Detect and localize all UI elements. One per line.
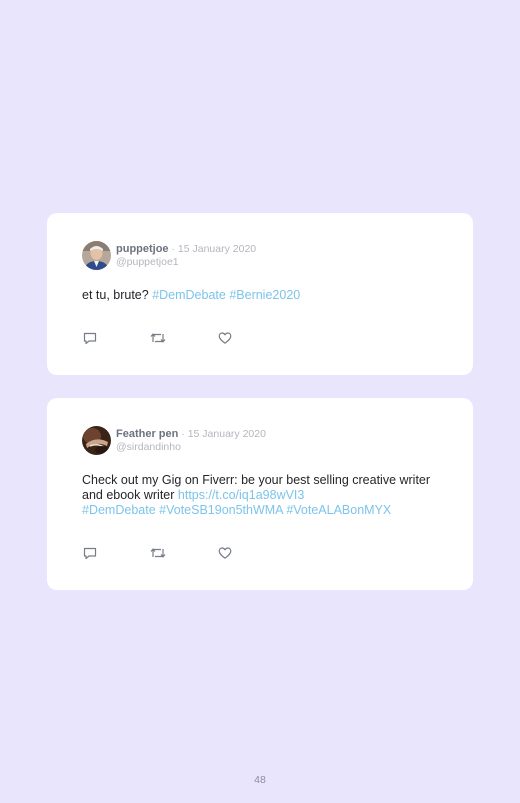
separator: · (168, 243, 178, 255)
tweet-date[interactable]: 15 January 2020 (178, 243, 256, 255)
author-handle[interactable]: @puppetjoe1 (116, 255, 179, 269)
author-name[interactable]: puppetjoe (116, 243, 169, 255)
hashtag-link[interactable]: #VoteALABonMYX (286, 503, 391, 517)
hashtag-link[interactable]: #DemDebate (152, 288, 226, 302)
like-icon[interactable] (217, 545, 235, 561)
like-icon[interactable] (217, 330, 235, 346)
tweet-header: puppetjoe · 15 January 2020 (116, 242, 256, 256)
hashtag-link[interactable]: #VoteSB19on5thWMA (159, 503, 283, 517)
tweet-date[interactable]: 15 January 2020 (188, 428, 266, 440)
tweet-actions (82, 330, 242, 346)
tweet-card: Feather pen · 15 January 2020 @sirdandin… (47, 398, 473, 590)
avatar-image (82, 241, 111, 270)
tweet-card: puppetjoe · 15 January 2020 @puppetjoe1 … (47, 213, 473, 375)
url-link[interactable]: https://t.co/iq1a98wVI3 (178, 488, 304, 502)
separator: · (178, 428, 188, 440)
tweet-text: et tu, brute? #DemDebate #Bernie2020 (82, 288, 442, 303)
page-number: 48 (254, 774, 266, 786)
reply-icon[interactable] (82, 330, 100, 346)
hashtag-link[interactable]: #DemDebate (82, 503, 156, 517)
tweet-header: Feather pen · 15 January 2020 (116, 427, 266, 441)
avatar-image (82, 426, 111, 455)
retweet-icon[interactable] (149, 545, 167, 561)
tweet-text-plain: et tu, brute? (82, 288, 153, 302)
reply-icon[interactable] (82, 545, 100, 561)
avatar[interactable] (82, 241, 111, 270)
tweet-text: Check out my Gig on Fiverr: be your best… (82, 473, 442, 518)
retweet-icon[interactable] (149, 330, 167, 346)
hashtag-link[interactable]: #Bernie2020 (229, 288, 300, 302)
avatar[interactable] (82, 426, 111, 455)
tweet-actions (82, 545, 242, 561)
author-name[interactable]: Feather pen (116, 428, 178, 440)
author-handle[interactable]: @sirdandinho (116, 440, 181, 454)
